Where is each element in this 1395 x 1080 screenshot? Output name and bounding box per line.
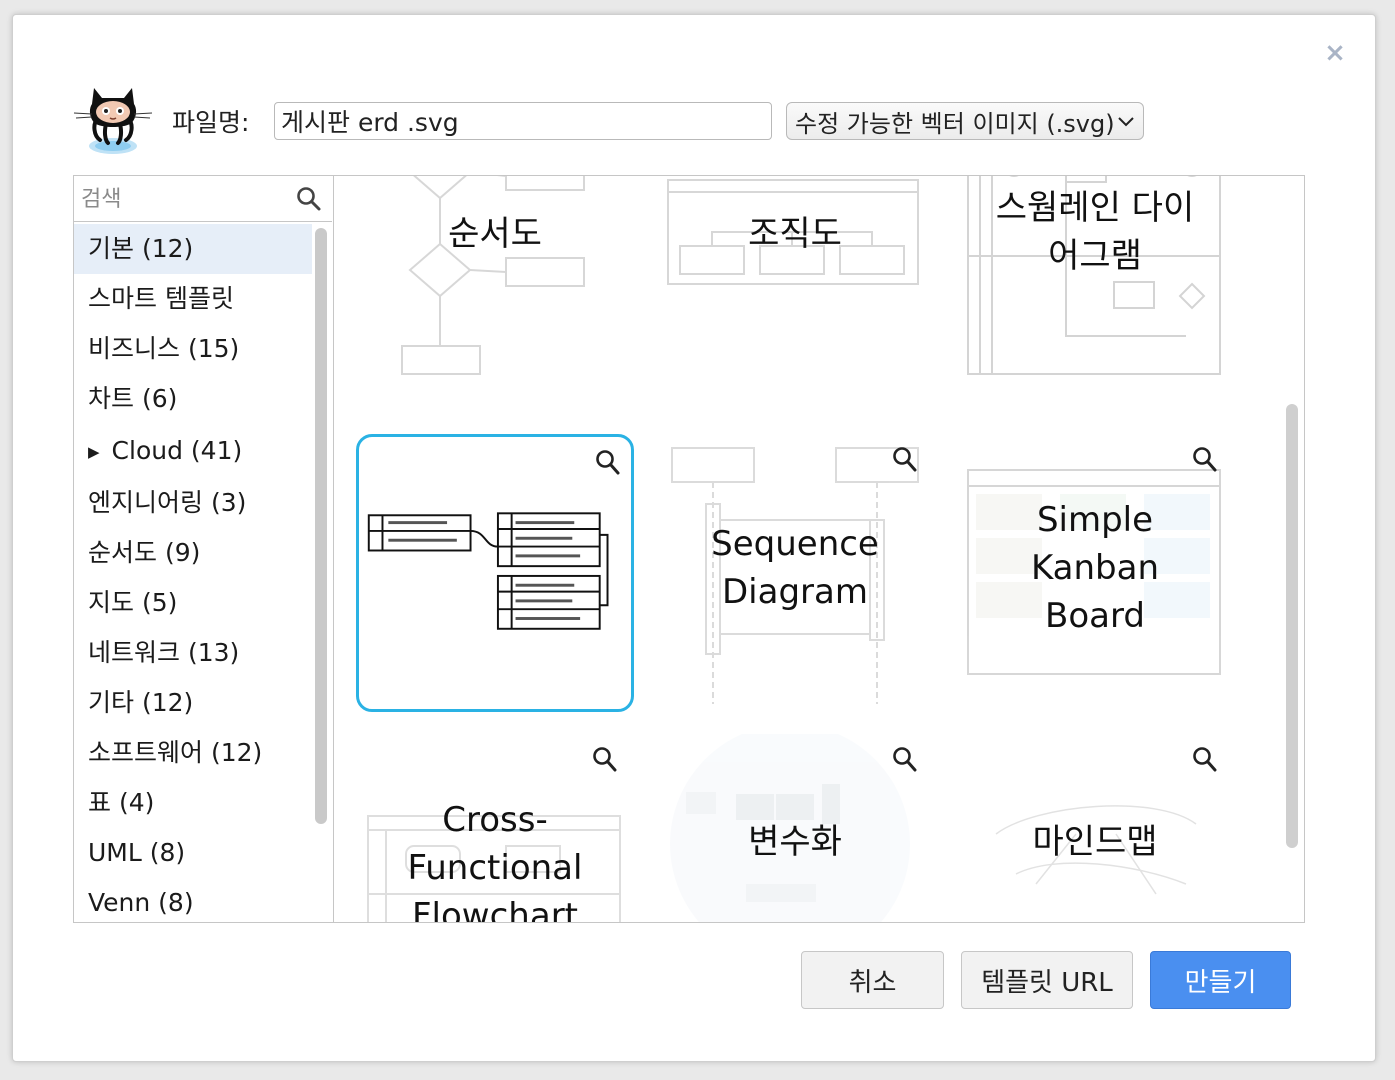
template-title-line: Kanban [1030, 548, 1160, 588]
create-button[interactable]: 만들기 [1150, 951, 1291, 1009]
template-title: Simple Kanban Board [956, 496, 1234, 640]
template-title: 조직도 [748, 214, 842, 254]
template-browser: 기본 (12) 스마트 템플릿 비즈니스 (15) 차트 (6) ▶ Cloud … [73, 175, 1305, 923]
category-item[interactable]: UML (8) [74, 828, 312, 878]
category-item[interactable]: 비즈니스 (15) [74, 324, 312, 374]
template-title-line: 어그램 [1048, 236, 1142, 276]
template-title: 변수화 [748, 822, 842, 862]
category-label: 표 (4) [88, 788, 155, 817]
template-grid-scrollbar[interactable] [1286, 404, 1298, 848]
category-label: 차트 (6) [88, 384, 178, 413]
category-item[interactable]: 순서도 (9) [74, 528, 312, 578]
category-sidebar: 기본 (12) 스마트 템플릿 비즈니스 (15) 차트 (6) ▶ Cloud … [74, 176, 334, 922]
zoom-preview-icon[interactable] [1192, 446, 1218, 474]
file-format-value: 수정 가능한 벡터 이미지 (.svg) [795, 109, 1115, 138]
filename-label: 파일명: [172, 108, 250, 137]
zoom-preview-icon[interactable] [892, 746, 918, 774]
template-grid: 순서도 조직도 스웜레인 다이 어그램 Sequence Diagram Sim… [334, 176, 1304, 922]
category-item[interactable]: 엔지니어링 (3) [74, 478, 312, 528]
category-label: 기타 (12) [88, 688, 194, 717]
category-label: 네트워크 (13) [88, 638, 240, 667]
search-box [74, 176, 332, 222]
search-input[interactable] [74, 176, 293, 222]
category-item[interactable]: 네트워크 (13) [74, 628, 312, 678]
template-title: Cross- Functional Flowchart [356, 796, 634, 922]
template-kanban[interactable]: Simple Kanban Board [956, 434, 1234, 712]
category-item[interactable]: 차트 (6) [74, 374, 312, 424]
template-cross-functional[interactable]: Cross- Functional Flowchart [356, 734, 634, 922]
github-octocat-logo [72, 80, 156, 158]
filename-input[interactable] [274, 102, 772, 140]
category-label: 엔지니어링 (3) [88, 488, 247, 517]
template-erd-selected[interactable] [356, 434, 634, 712]
template-mindmap[interactable]: 마인드맵 [956, 734, 1234, 922]
zoom-preview-icon[interactable] [595, 449, 621, 477]
category-item[interactable]: 기타 (12) [74, 678, 312, 728]
template-title: 스웜레인 다이 어그램 [956, 184, 1234, 280]
category-label: UML (8) [88, 838, 186, 867]
template-title-line: Diagram [722, 572, 868, 612]
category-label: 스마트 템플릿 [88, 284, 234, 313]
category-item-cloud[interactable]: ▶ Cloud (41) [74, 424, 312, 478]
template-orgchart[interactable]: 조직도 [656, 176, 934, 414]
sidebar-scrollbar[interactable] [315, 228, 327, 824]
erd-thumbnail [367, 512, 609, 630]
category-label: 순서도 (9) [88, 538, 201, 567]
template-title: 마인드맵 [1032, 822, 1158, 862]
category-item[interactable]: 표 (4) [74, 778, 312, 828]
template-sequence[interactable]: Sequence Diagram [656, 434, 934, 712]
file-format-select[interactable]: 수정 가능한 벡터 이미지 (.svg) [786, 102, 1144, 140]
search-icon[interactable] [296, 186, 322, 212]
template-network[interactable]: 변수화 [656, 734, 934, 922]
zoom-preview-icon[interactable] [1192, 746, 1218, 774]
template-title-line: Sequence [711, 524, 879, 564]
category-item[interactable]: 소프트웨어 (12) [74, 728, 312, 778]
chevron-down-icon [1118, 117, 1134, 127]
template-url-button[interactable]: 템플릿 URL [961, 951, 1133, 1009]
category-label: 소프트웨어 (12) [88, 738, 263, 767]
category-item[interactable]: 지도 (5) [74, 578, 312, 628]
template-title-line: Functional [407, 848, 583, 888]
category-label: 비즈니스 (15) [88, 334, 240, 363]
zoom-preview-icon[interactable] [892, 446, 918, 474]
template-title-line: 스웜레인 다이 [995, 188, 1195, 228]
template-title-line: Flowchart [412, 896, 578, 922]
template-title-line: Cross- [442, 800, 548, 840]
category-label: Cloud (41) [111, 436, 243, 465]
template-title-line: Simple [1036, 500, 1154, 540]
category-label: Venn (8) [88, 888, 194, 917]
category-label: 기본 (12) [88, 234, 194, 263]
template-title: 순서도 [448, 214, 542, 254]
template-title: Sequence Diagram [656, 520, 934, 616]
zoom-preview-icon[interactable] [592, 746, 618, 774]
template-title-line: Board [1045, 596, 1145, 636]
cancel-button[interactable]: 취소 [801, 951, 944, 1009]
category-item[interactable]: Venn (8) [74, 878, 312, 922]
close-icon[interactable]: × [1324, 40, 1346, 66]
category-item[interactable]: 스마트 템플릿 [74, 274, 312, 324]
category-item[interactable]: 기본 (12) [74, 224, 312, 274]
category-label: 지도 (5) [88, 588, 178, 617]
template-swimlane[interactable]: 스웜레인 다이 어그램 [956, 176, 1234, 414]
template-flowchart[interactable]: 순서도 [356, 176, 634, 414]
category-list: 기본 (12) 스마트 템플릿 비즈니스 (15) 차트 (6) ▶ Cloud … [74, 224, 312, 922]
expand-triangle-icon[interactable]: ▶ [88, 443, 100, 461]
